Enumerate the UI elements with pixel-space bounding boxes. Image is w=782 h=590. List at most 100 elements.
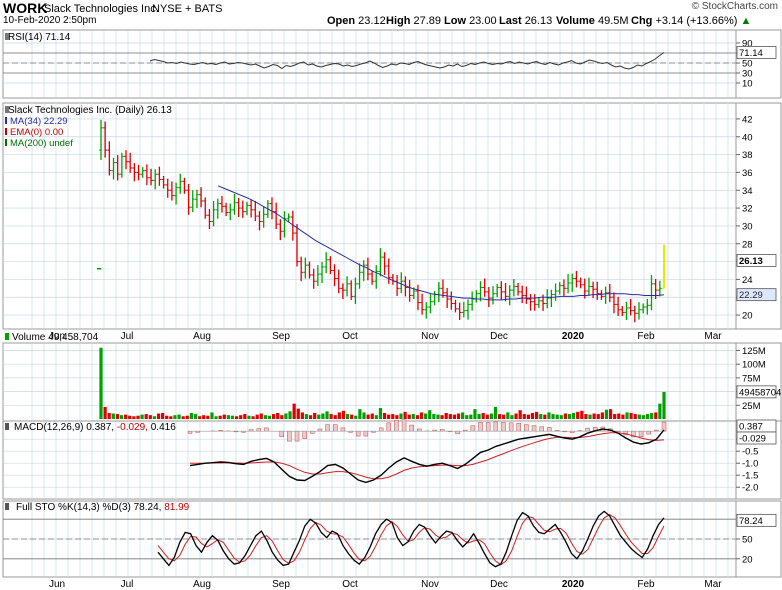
chart-header: WORK Slack Technologies Inc. NYSE + BATS… — [0, 0, 782, 27]
volume-bar — [189, 412, 194, 419]
macd-histogram-bar — [516, 423, 521, 432]
macd-histogram-bar — [539, 426, 544, 432]
volume-bar — [308, 415, 313, 419]
legend-entry: 81.99 — [164, 502, 189, 513]
volume-bar — [362, 412, 366, 419]
volume-bar — [407, 414, 411, 419]
price-y-tick-label: 28 — [742, 239, 753, 250]
macd-histogram-bar — [531, 425, 537, 432]
volume-bar — [596, 414, 600, 419]
volume-bar — [428, 410, 432, 419]
volume-bar — [255, 414, 259, 419]
macd-histogram-bar — [317, 428, 323, 432]
volume-bar — [177, 414, 181, 419]
volume-y-tick-label: 100M — [742, 360, 766, 371]
volume-bar — [555, 414, 559, 419]
sto-legend-icon — [5, 503, 9, 510]
macd-histogram-bar — [264, 427, 269, 432]
volume-bar — [173, 415, 177, 419]
volume-bar — [214, 416, 218, 419]
legend-entry: -0.029, — [117, 422, 151, 433]
macd-histogram-bar — [585, 427, 590, 432]
x-axis-label-bottom: 2020 — [562, 579, 585, 590]
volume-bar — [502, 414, 506, 419]
ticker-symbol: WORK — [3, 0, 48, 16]
macd-y-tick-label: -1.0 — [742, 459, 758, 470]
x-axis-label-bottom: Nov — [421, 579, 439, 590]
macd-histogram-bar — [547, 427, 552, 432]
volume-bar — [498, 414, 502, 419]
volume-bar — [395, 415, 399, 419]
macd-histogram-bar — [287, 430, 292, 442]
volume-bar — [510, 415, 514, 419]
macd-histogram-bar — [256, 428, 262, 432]
volume-bar — [358, 409, 362, 419]
volume-bar — [107, 412, 111, 419]
volume-bar — [621, 414, 625, 419]
volume-y-tick-label: 25M — [742, 401, 761, 412]
sto-y-tick-label: 50 — [742, 535, 753, 546]
volume-bar — [202, 415, 206, 419]
volume-bar — [584, 414, 588, 419]
sto-last-value: 78.24 — [739, 516, 763, 527]
volume-bar — [535, 411, 539, 419]
volume-bar — [617, 413, 621, 419]
volume-bar — [551, 414, 555, 419]
price-last-value: 26.13 — [739, 256, 763, 267]
volume-bar — [144, 414, 148, 419]
sto-y-tick-label: 20 — [742, 554, 753, 565]
volume-bar — [99, 347, 103, 419]
volume-bar — [337, 412, 341, 419]
price-y-tick-label: 20 — [742, 311, 753, 322]
exchange-label: NYSE + BATS — [152, 3, 223, 15]
volume-bar — [181, 416, 185, 419]
volume-bar — [403, 411, 407, 419]
legend-entry: RSI(14) 71.14 — [8, 32, 71, 43]
sto-legend: Full STO %K(14,3) %D(3) 78.24, 81.99 — [16, 502, 190, 513]
x-axis-label-bottom: Jul — [121, 579, 134, 590]
volume-bar — [300, 412, 304, 419]
volume-bar — [304, 414, 309, 419]
volume-bar — [111, 413, 115, 419]
volume-bar — [161, 412, 165, 419]
x-axis-label: Dec — [490, 331, 508, 342]
volume-bar — [345, 414, 350, 419]
x-axis-label-bottom: Dec — [490, 579, 508, 590]
macd-histogram-bar — [485, 422, 491, 432]
volume-bar — [267, 415, 272, 419]
volume-bar — [280, 415, 284, 419]
x-axis-label-bottom: Jun — [49, 579, 65, 590]
volume-bar — [321, 413, 325, 419]
volume-bar — [419, 412, 424, 419]
volume-bar — [325, 411, 329, 419]
price-y-tick-label: 40 — [742, 132, 753, 143]
volume-bar — [645, 414, 650, 419]
macd-y-tick-label: -0.5 — [742, 447, 758, 458]
volume-bar — [432, 414, 436, 419]
volume-bar — [559, 415, 563, 419]
volume-bar — [350, 414, 354, 419]
volume-bar — [333, 415, 337, 419]
legend-entry: 0.416 — [151, 422, 176, 433]
macd-histogram-bar — [279, 430, 284, 437]
volume-bar — [465, 415, 469, 419]
volume-bar — [399, 413, 403, 419]
volume-bar — [128, 415, 132, 419]
macd-histogram-bar — [363, 430, 369, 437]
volume-bar — [654, 412, 658, 419]
x-axis-label: Aug — [193, 331, 211, 342]
macd-histogram-bar — [409, 424, 414, 432]
volume-bar — [313, 412, 317, 419]
volume-bar — [354, 415, 358, 419]
volume-bar — [222, 414, 226, 419]
volume-bar — [193, 414, 198, 419]
volume-bar — [140, 414, 144, 419]
x-axis-label: Mar — [704, 331, 722, 342]
macd-histogram-bar — [340, 427, 346, 432]
macd-histogram-bar — [493, 421, 499, 432]
volume-bar — [210, 412, 214, 419]
macd-y-tick-label: -1.5 — [742, 471, 758, 482]
macd-histogram-bar — [417, 428, 422, 432]
volume-bar — [477, 414, 481, 419]
volume-bar — [387, 414, 391, 419]
